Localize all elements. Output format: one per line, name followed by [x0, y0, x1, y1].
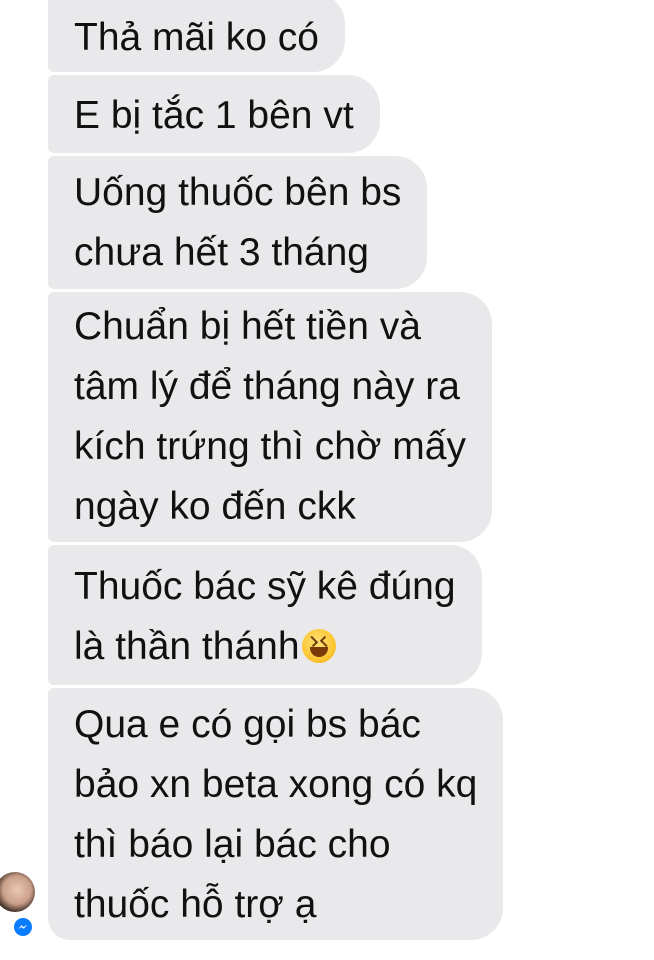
message-text: Uống thuốc bên bs — [74, 171, 402, 214]
messenger-icon — [12, 916, 34, 938]
message-bubble[interactable]: Thuốc bác sỹ kê đúng là thần thánh — [48, 545, 482, 685]
message-text: Chuẩn bị hết tiền và — [74, 305, 421, 348]
message-text: là thần thánh — [74, 625, 300, 668]
message-bubble[interactable]: Chuẩn bị hết tiền và tâm lý để tháng này… — [48, 292, 492, 542]
message-bubble[interactable]: E bị tắc 1 bên vt — [48, 75, 380, 153]
message-text: tâm lý để tháng này ra — [74, 365, 460, 408]
chat-screen: Thả mãi ko có E bị tắc 1 bên vt Uống thu… — [0, 0, 654, 960]
message-bubble[interactable]: Thả mãi ko có — [48, 0, 345, 72]
message-text: thì báo lại bác cho — [74, 823, 391, 866]
message-bubble[interactable]: Uống thuốc bên bs chưa hết 3 tháng — [48, 156, 428, 289]
message-text: thuốc hỗ trợ ạ — [74, 883, 317, 926]
grinning-squinting-face-icon — [301, 629, 336, 663]
message-text-with-emoji: là thần thánh — [74, 617, 456, 677]
message-text: Qua e có gọi bs bác — [74, 703, 421, 746]
message-bubble[interactable]: Qua e có gọi bs bác bảo xn beta xong có … — [48, 688, 504, 940]
message-text: bảo xn beta xong có kq — [74, 763, 478, 806]
message-text: Thuốc bác sỹ kê đúng — [74, 565, 456, 608]
message-text: ngày ko đến ckk — [74, 485, 356, 528]
message-text: kích trứng thì chờ mấy — [74, 425, 466, 468]
message-text: Thả mãi ko có — [74, 16, 319, 59]
sender-avatar[interactable] — [0, 872, 35, 912]
message-text: chưa hết 3 tháng — [74, 231, 369, 274]
message-text: E bị tắc 1 bên vt — [74, 94, 354, 137]
